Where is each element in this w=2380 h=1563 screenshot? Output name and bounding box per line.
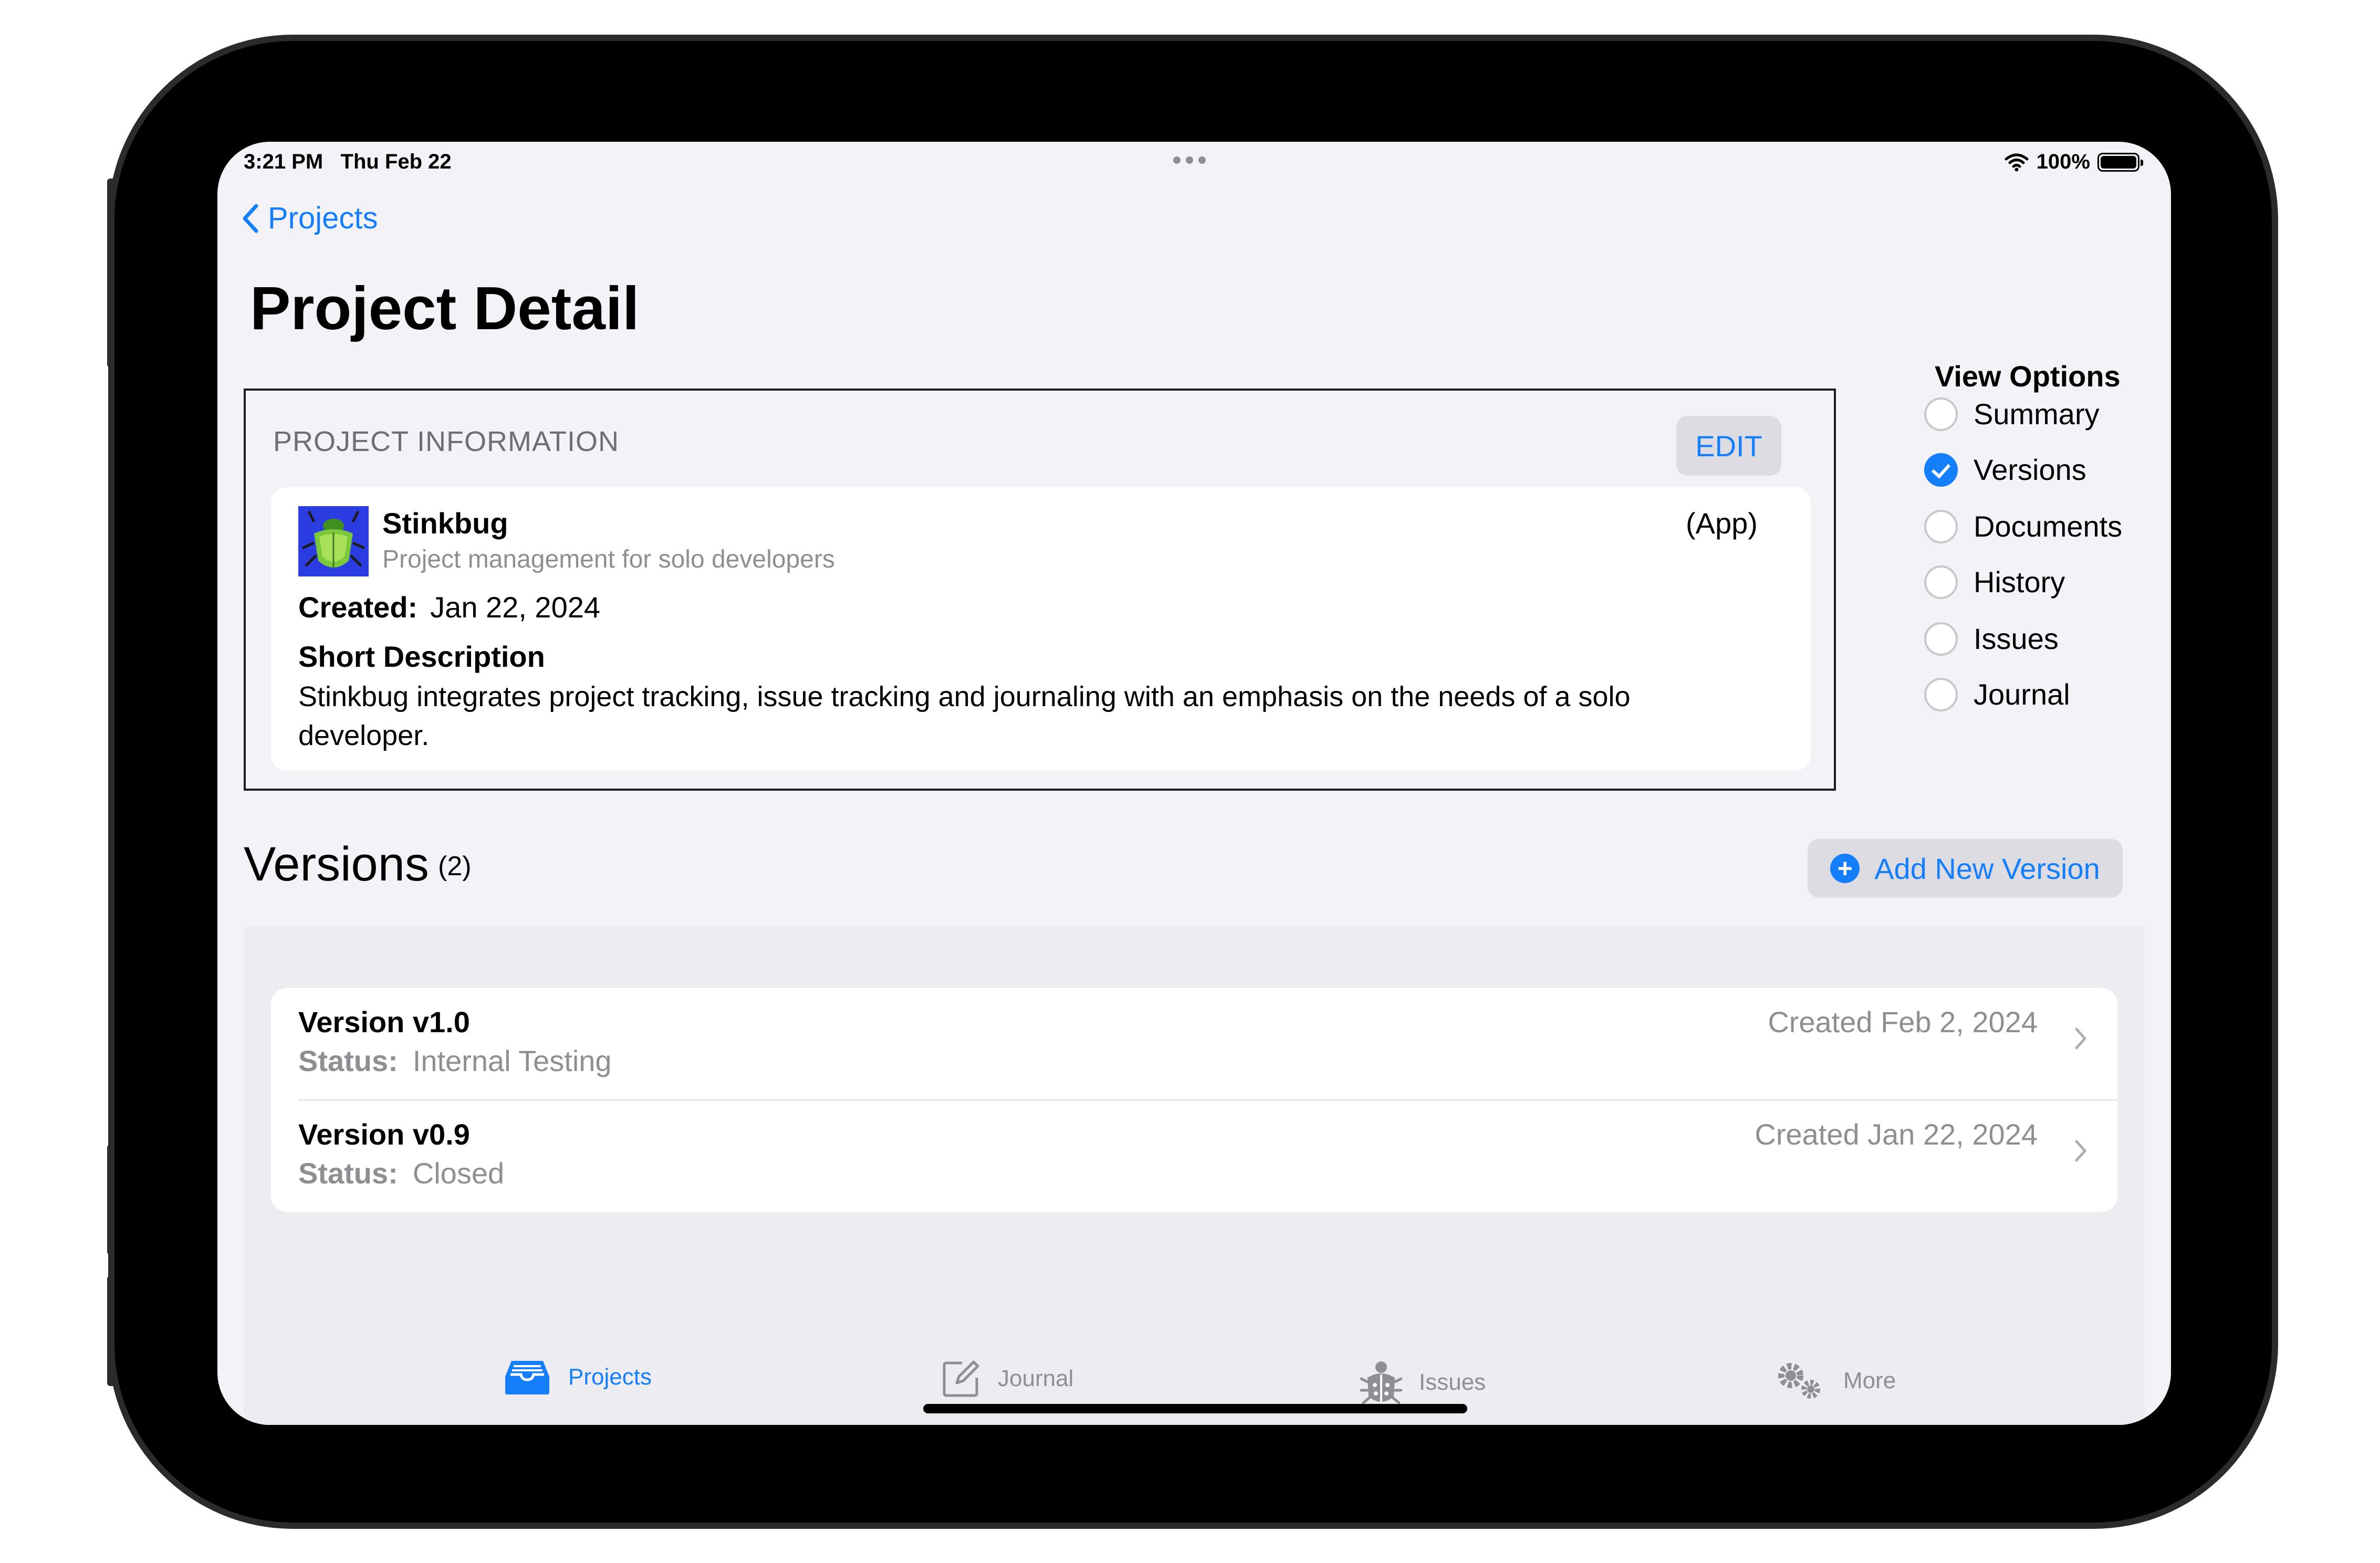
tab-journal[interactable]: Journal [941,1359,1073,1399]
radio-icon[interactable] [1924,509,1958,543]
radio-icon[interactable] [1924,565,1958,599]
plus-circle-icon: + [1830,854,1860,883]
project-type: (App) [1686,507,1758,540]
radio-icon[interactable] [1924,677,1958,711]
version-title: Version v1.0 [298,1005,470,1038]
version-created: Created Feb 2, 2024 [1768,1005,2038,1038]
chevron-right-icon [2075,1140,2086,1162]
project-subtitle: Project management for solo developers [382,546,835,573]
versions-heading: Versions [244,837,429,891]
status-bar-time: 3:21 PM Thu Feb 22 [244,150,452,173]
version-row[interactable]: Version v0.9 Status: Closed Created Jan 2… [271,1100,2117,1212]
versions-count: (2) [438,851,472,882]
view-option-issues[interactable]: Issues [1924,622,2059,656]
tab-projects[interactable]: Projects [503,1359,652,1396]
compose-icon [943,1360,979,1397]
status-bar-right: 100% [2004,150,2143,174]
tab-more[interactable]: More [1774,1359,1896,1403]
screen: 3:21 PM Thu Feb 22 100% Projects Project… [217,142,2171,1425]
project-created: Created: Jan 22, 2024 [298,590,600,624]
project-name: Stinkbug [382,507,508,540]
version-created: Created Jan 22, 2024 [1755,1118,2038,1151]
radio-icon[interactable] [1924,622,1958,656]
view-options-title: View Options [1935,360,2121,393]
stinkbug-app-icon [298,506,369,576]
short-description-title: Short Description [298,640,545,673]
volume-down-button [107,1145,114,1255]
edit-button[interactable]: EDIT [1676,416,1781,476]
power-button [107,1276,114,1386]
wifi-icon [2005,153,2029,171]
volume-up-button [107,179,114,368]
page-title: Project Detail [250,274,640,342]
multitasking-dots[interactable] [1173,156,1206,164]
tab-issues[interactable]: Issues [1360,1359,1486,1406]
chevron-left-icon [243,204,258,233]
back-button-label: Projects [268,201,378,235]
view-option-history[interactable]: History [1924,565,2065,599]
view-option-documents[interactable]: Documents [1924,509,2122,543]
view-option-journal[interactable]: Journal [1924,677,2070,711]
radio-icon[interactable] [1924,397,1958,431]
project-info-header: PROJECT INFORMATION [273,426,620,457]
view-option-versions[interactable]: Versions [1924,453,2086,487]
version-status: Status: Closed [298,1157,505,1190]
bug-icon [1360,1361,1402,1404]
chevron-right-icon [2075,1027,2086,1050]
version-status: Status: Internal Testing [298,1044,612,1077]
battery-percentage: 100% [2036,150,2090,173]
battery-icon [2097,152,2143,172]
view-option-summary[interactable]: Summary [1924,397,2100,431]
created-value: Jan 22, 2024 [430,591,601,624]
short-description-text: Stinkbug integrates project tracking, is… [298,681,1631,751]
gears-icon [1778,1363,1820,1399]
created-label: Created: [298,591,418,624]
back-button[interactable]: Projects [241,201,378,236]
tray-icon [505,1361,549,1394]
add-new-version-label: Add New Version [1874,852,2100,885]
radio-checked-icon[interactable] [1924,453,1958,487]
version-title: Version v0.9 [298,1118,470,1151]
add-new-version-button[interactable]: + Add New Version [1808,839,2123,898]
version-row[interactable]: Version v1.0 Status: Internal Testing Cre… [271,988,2117,1100]
home-indicator[interactable] [923,1404,1467,1413]
